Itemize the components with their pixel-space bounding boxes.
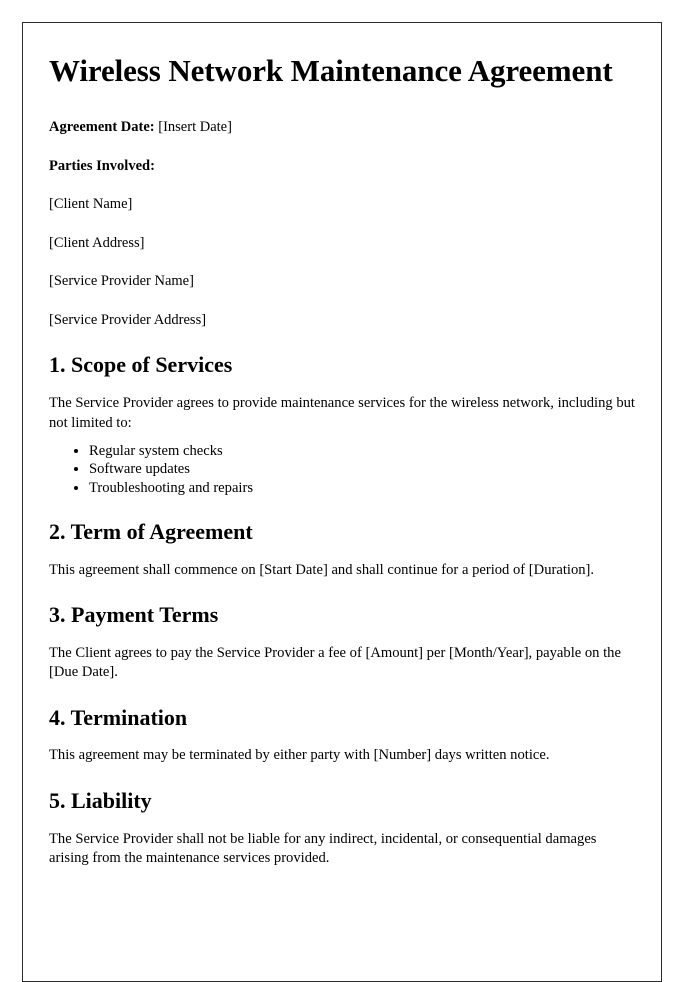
agreement-date-label: Agreement Date: xyxy=(49,119,155,136)
section-paragraph-liability: The Service Provider shall not be liable… xyxy=(49,830,597,867)
document-page: Wireless Network Maintenance Agreement A… xyxy=(22,22,662,982)
section-paragraph-termination: This agreement may be terminated by eith… xyxy=(49,747,550,764)
party-service-provider-name: [Service Provider Name] xyxy=(49,273,194,290)
list-item: Software updates xyxy=(89,460,637,478)
party-client-address: [Client Address] xyxy=(49,234,145,251)
section-heading-scope-of-services: 1. Scope of Services xyxy=(49,352,233,378)
section-heading-termination: 4. Termination xyxy=(49,704,188,730)
agreement-date-value: [Insert Date] xyxy=(158,119,232,136)
scope-of-services-list: Regular system checks Software updates T… xyxy=(49,433,637,497)
section-heading-liability: 5. Liability xyxy=(49,787,152,813)
document-body: Wireless Network Maintenance Agreement A… xyxy=(49,41,637,869)
page-title: Wireless Network Maintenance Agreement xyxy=(49,53,613,88)
list-item: Regular system checks xyxy=(89,442,637,460)
list-item: Troubleshooting and repairs xyxy=(89,479,637,497)
section-paragraph-term-of-agreement: This agreement shall commence on [Start … xyxy=(49,561,595,578)
agreement-date-line: Agreement Date: [Insert Date] xyxy=(49,90,637,138)
parties-involved-line: Parties Involved: xyxy=(49,138,637,177)
section-paragraph-payment-terms: The Client agrees to pay the Service Pro… xyxy=(49,644,621,681)
section-heading-term-of-agreement: 2. Term of Agreement xyxy=(49,518,253,544)
section-heading-payment-terms: 3. Payment Terms xyxy=(49,602,219,627)
section-paragraph-scope-of-services: The Service Provider agrees to provide m… xyxy=(49,395,635,431)
party-service-provider-address: [Service Provider Address] xyxy=(49,311,207,328)
party-client-name: [Client Name] xyxy=(49,196,133,213)
parties-involved-label: Parties Involved: xyxy=(49,157,155,174)
